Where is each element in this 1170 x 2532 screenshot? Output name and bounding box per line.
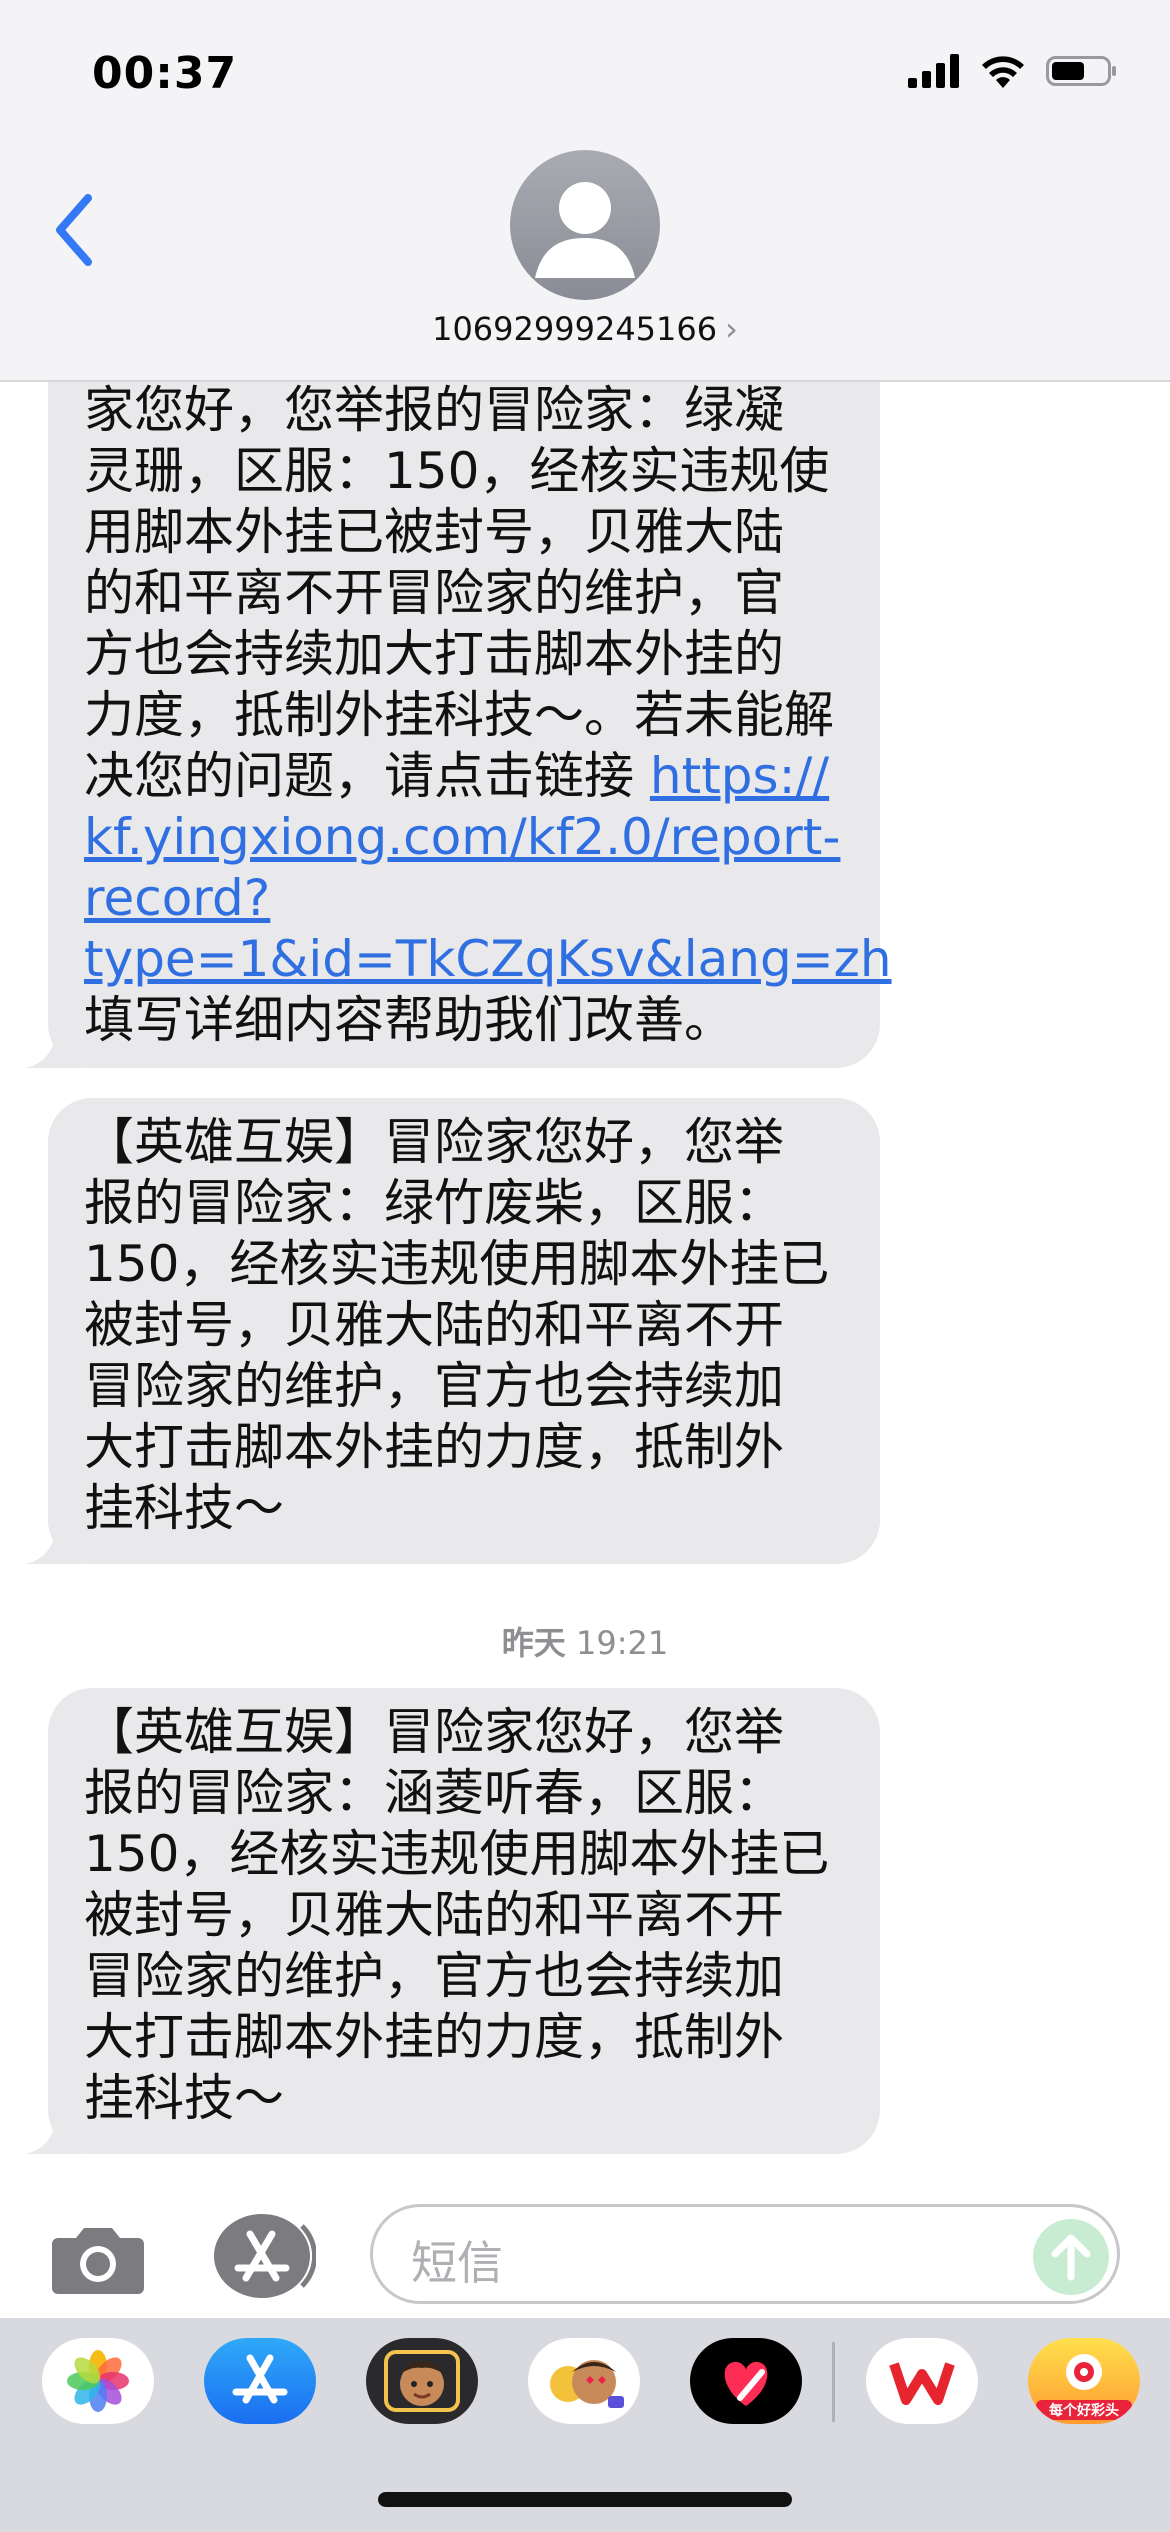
message-input-placeholder: 短信 [411,2236,503,2290]
message-line: 冒险家的维护，官方也会持续加 [84,1357,784,1415]
status-time: 00:37 [92,48,238,99]
message-bubble[interactable]: 【英雄互娱】冒险家您好，您举 报的冒险家：涵菱听春，区服： 150，经核实违规使… [26,1688,880,2154]
message-line: 被封号，贝雅大陆的和平离不开 [84,1886,784,1944]
arrow-up-icon [1051,2234,1091,2281]
message-text: 决您的问题，请点击链接 [84,747,650,805]
photos-icon[interactable] [42,2338,154,2424]
contact-avatar[interactable] [510,150,660,300]
app-store-button-icon[interactable] [210,2212,316,2300]
send-button[interactable] [1033,2219,1109,2295]
bubble-tail [26,1514,86,1564]
message-line: 灵珊，区服：150，经核实违规使 [84,442,830,500]
cellular-signal-icon [908,54,959,88]
conversation-header: 00:37 10692999245166 › [0,0,1170,382]
message-line: 的和平离不开冒险家的维护，官 [84,564,784,622]
message-line: 报的冒险家：涵菱听春，区服： [84,1764,784,1822]
animoji-icon[interactable] [528,2338,640,2424]
message-line: 用脚本外挂已被封号，贝雅大陆 [84,503,784,561]
report-link[interactable]: kf.yingxiong.com/kf2.0/report- [84,807,880,868]
message-line: 【英雄互娱】冒险家您好，您举 [84,1703,784,1761]
status-icons [908,54,1118,88]
message-line: 方也会持续加大打击脚本外挂的 [84,625,784,683]
drawer-divider [832,2342,835,2422]
message-bubble[interactable]: 家您好，您举报的冒险家：绿凝 灵珊，区服：150，经核实违规使 用脚本外挂已被封… [26,330,892,1068]
message-line: 150，经核实违规使用脚本外挂已 [84,1825,830,1883]
message-line: 【英雄互娱】冒险家您好，您举 [84,1113,784,1171]
bubble-tail [26,1018,86,1068]
app-drawer: 每个好彩头 [0,2318,1170,2532]
message-bubble[interactable]: 【英雄互娱】冒险家您好，您举 报的冒险家：绿竹废柴，区服： 150，经核实违规使… [26,1098,880,1564]
bubble-tail [26,2104,86,2154]
chevron-right-icon: › [725,310,738,348]
report-link[interactable]: record? [84,868,880,929]
message-line: 冒险家的维护，官方也会持续加 [84,1947,784,2005]
message-line: 被封号，贝雅大陆的和平离不开 [84,1296,784,1354]
message-line: 150，经核实违规使用脚本外挂已 [84,1235,830,1293]
message-line: 挂科技～ [84,2069,284,2127]
home-indicator[interactable] [378,2492,792,2507]
message-line: 大打击脚本外挂的力度，抵制外 [84,1418,784,1476]
message-line: 力度，抵制外挂科技～。若未能解 [84,686,834,744]
app-store-icon[interactable] [204,2338,316,2424]
wifi-icon [982,56,1024,88]
message-line: 大打击脚本外挂的力度，抵制外 [84,2008,784,2066]
message-line: 家您好，您举报的冒险家：绿凝 [84,381,784,439]
message-line: 决您的问题，请点击链接 https:// [84,746,880,807]
digital-touch-icon[interactable] [690,2338,802,2424]
message-input[interactable]: 短信 [370,2204,1120,2304]
message-line: 报的冒险家：绿竹废柴，区服： [84,1174,784,1232]
person-icon [535,182,635,278]
report-link[interactable]: https:// [650,747,829,805]
back-chevron-icon[interactable] [46,190,106,270]
memoji-icon[interactable] [366,2338,478,2424]
battery-icon [1046,56,1116,86]
game-icon[interactable]: 每个好彩头 [1028,2338,1140,2424]
wps-icon[interactable] [866,2338,978,2424]
message-line: 挂科技～ [84,1479,284,1537]
camera-icon[interactable] [50,2218,146,2298]
message-timestamp: 昨天 19:21 [501,1624,669,1662]
message-line: 填写详细内容帮助我们改善。 [84,991,734,1049]
game-badge-text: 每个好彩头 [1049,2402,1119,2419]
report-link[interactable]: type=1&id=TkCZqKsv&lang=zh [84,929,892,990]
contact-name[interactable]: 10692999245166 › [0,310,1170,348]
